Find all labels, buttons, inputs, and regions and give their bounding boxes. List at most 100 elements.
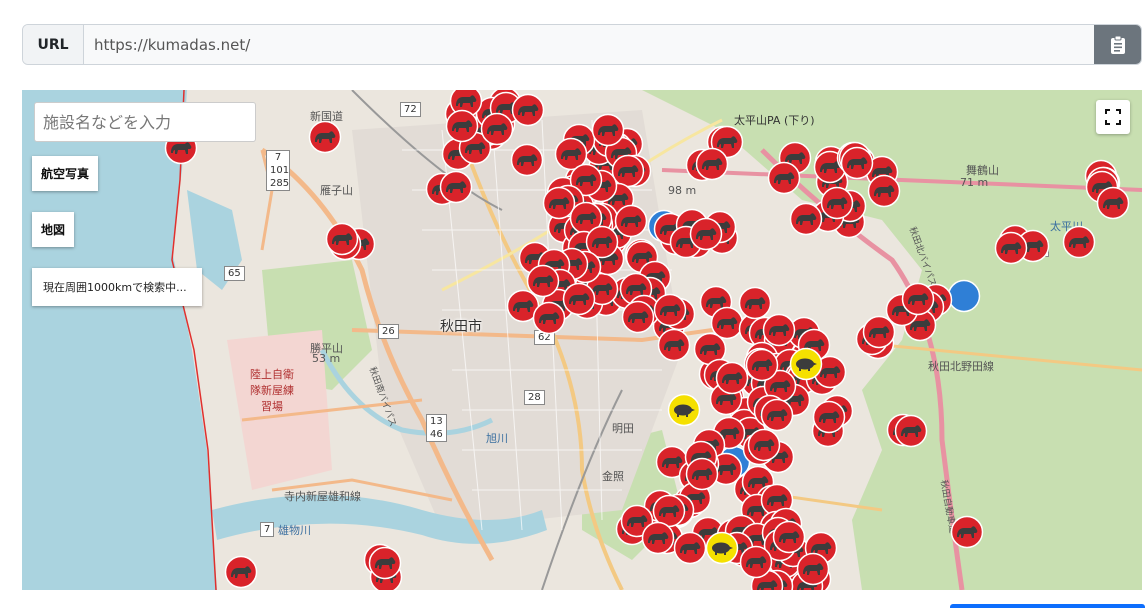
bear-marker[interactable] [510, 143, 544, 177]
facility-search-input[interactable] [34, 102, 256, 142]
bear-icon [740, 545, 773, 578]
route-shield: 65 [224, 266, 245, 281]
bear-marker[interactable] [325, 222, 359, 256]
bear-marker[interactable] [526, 264, 560, 298]
map-label-river-2: 旭川 [486, 432, 508, 445]
bear-icon [789, 202, 823, 235]
bear-marker[interactable] [950, 515, 984, 549]
bear-marker[interactable] [532, 301, 566, 335]
bear-icon [901, 282, 935, 316]
bear-icon [685, 457, 719, 491]
boar-marker[interactable] [667, 393, 701, 427]
bear-marker[interactable] [439, 170, 473, 204]
bear-marker[interactable] [685, 457, 719, 491]
bear-marker[interactable] [224, 555, 258, 589]
bear-icon [480, 112, 514, 146]
url-input-group: URL https://kumadas.net/ [22, 24, 1142, 65]
bear-icon [658, 328, 691, 361]
map-label-parking: 太平山PA (下り) [734, 114, 815, 127]
route-shield: 72 [400, 102, 421, 117]
bear-marker[interactable] [591, 113, 625, 147]
bear-marker[interactable] [812, 400, 846, 434]
search-radius-status: 現在周囲1000kmで検索中... [32, 268, 202, 306]
bear-icon [745, 348, 778, 381]
bear-icon [995, 231, 1028, 264]
bear-icon [510, 143, 544, 177]
bottom-button-edge[interactable] [950, 604, 1145, 608]
bear-icon [747, 428, 781, 462]
bear-marker[interactable] [308, 120, 342, 154]
copy-button[interactable] [1094, 25, 1141, 64]
bear-marker[interactable] [901, 282, 935, 316]
bear-icon [1096, 186, 1129, 219]
bear-marker[interactable] [772, 520, 806, 554]
url-label: URL [23, 25, 84, 64]
route-number: 285 [270, 178, 290, 189]
url-field[interactable]: https://kumadas.net/ [84, 25, 1094, 64]
boar-marker[interactable] [789, 347, 823, 381]
bear-icon [512, 93, 545, 127]
bear-marker[interactable] [796, 552, 830, 586]
bear-icon [767, 161, 800, 195]
bear-marker[interactable] [621, 300, 655, 334]
bear-icon [440, 170, 473, 204]
bear-marker[interactable] [689, 217, 723, 251]
route-shield: 13 46 [426, 414, 447, 442]
aerial-photo-button[interactable]: 航空写真 [32, 156, 99, 191]
map-view[interactable]: 秋田市 勝平山 53 m 雁子山 陸上自衛隊新屋練習場 太平山PA (下り) 舞… [22, 90, 1142, 590]
bear-marker[interactable] [562, 282, 596, 316]
bear-marker[interactable] [368, 546, 402, 580]
bear-marker[interactable] [820, 186, 854, 220]
bear-marker[interactable] [1096, 186, 1130, 220]
bear-icon [813, 400, 846, 433]
bear-marker[interactable] [862, 315, 896, 349]
bear-icon [862, 315, 896, 349]
route-number: 101 [270, 165, 290, 176]
bear-marker[interactable] [653, 293, 687, 327]
bear-icon [1063, 225, 1096, 259]
bear-marker[interactable] [445, 109, 479, 143]
bear-marker[interactable] [894, 414, 928, 448]
map-label-military: 陸上自衛隊新屋練習場 [250, 368, 294, 413]
bear-marker[interactable] [657, 328, 691, 362]
bear-icon [527, 264, 560, 298]
bear-marker[interactable] [1062, 225, 1096, 259]
map-label-road-3: 寺内新屋雄和線 [284, 490, 361, 503]
fullscreen-icon [1105, 109, 1121, 125]
bear-icon [615, 204, 648, 237]
bear-marker[interactable] [614, 204, 648, 238]
bear-icon [772, 520, 806, 554]
map-label-road-2: 秋田北野田線 [928, 360, 994, 373]
bear-marker[interactable] [745, 348, 779, 382]
bear-marker[interactable] [739, 545, 773, 579]
map-label-hill-2: 雁子山 [320, 184, 353, 197]
map-label-elevation: 53 m [312, 352, 341, 365]
bear-marker[interactable] [994, 231, 1028, 265]
fullscreen-button[interactable] [1096, 100, 1130, 134]
bear-icon [308, 120, 341, 153]
bear-icon [841, 146, 874, 180]
map-button[interactable]: 地図 [32, 212, 75, 247]
bear-marker[interactable] [641, 521, 675, 555]
bear-marker[interactable] [747, 428, 781, 462]
bear-icon [445, 110, 478, 143]
bear-marker[interactable] [511, 93, 545, 127]
route-number: 13 [430, 416, 443, 427]
bear-icon [368, 547, 402, 580]
bear-icon [591, 114, 624, 147]
boar-icon [789, 347, 823, 381]
bear-marker[interactable] [673, 531, 707, 565]
map-label-elevation-3: 98 m [668, 184, 697, 197]
bear-marker[interactable] [762, 313, 796, 347]
bear-marker[interactable] [789, 202, 823, 236]
clipboard-icon [1110, 35, 1125, 54]
bear-icon [797, 552, 830, 586]
map-label-elevation-2: 71 m [960, 176, 989, 189]
bear-marker[interactable] [695, 147, 729, 181]
bear-marker[interactable] [840, 146, 874, 180]
boar-marker[interactable] [705, 531, 739, 565]
route-shield: 7 101 285 [266, 150, 290, 191]
bear-marker[interactable] [767, 161, 801, 195]
map-label-city: 秋田市 [440, 319, 482, 335]
bear-marker[interactable] [480, 112, 514, 146]
